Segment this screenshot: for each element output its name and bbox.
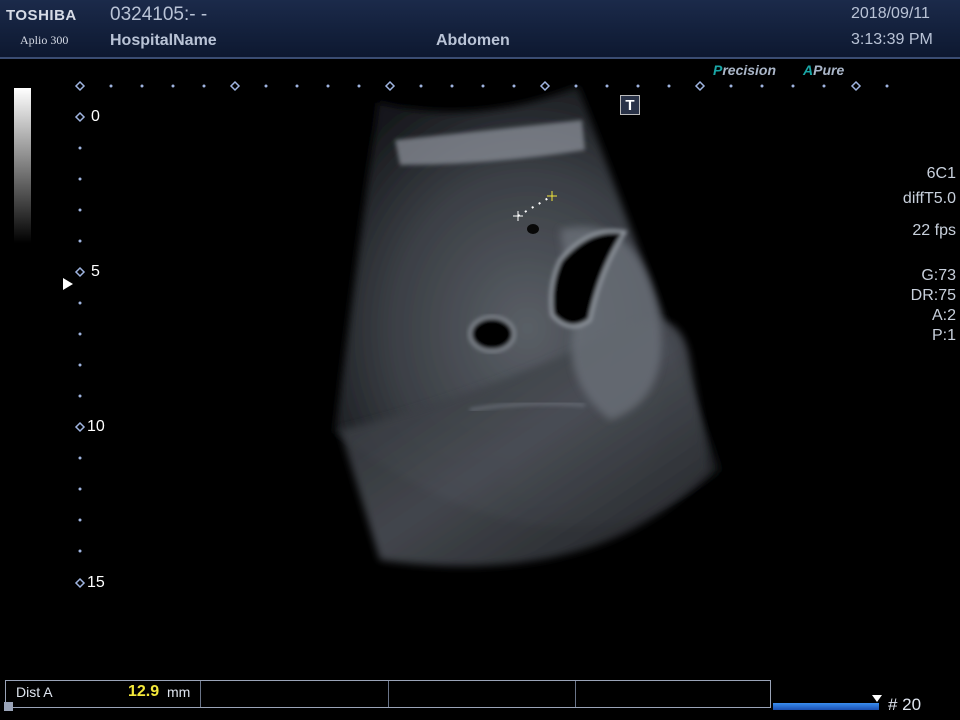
probe-label: 6C1 [926, 165, 956, 182]
cine-progress-bar[interactable] [773, 703, 879, 710]
a-param-label: A:2 [931, 307, 956, 324]
p-param-label: P:1 [931, 327, 956, 344]
measurement-cell-empty [389, 681, 576, 707]
depth-label-0: 0 [91, 108, 100, 125]
depth-label-10: 10 [87, 418, 105, 435]
focus-marker-icon[interactable] [63, 278, 73, 290]
ultrasound-image [74, 80, 889, 589]
corner-indicator [4, 702, 13, 711]
depth-scale-dots [78, 146, 82, 553]
dark-spot [527, 224, 539, 234]
depth-label-15: 15 [87, 574, 105, 591]
frame-number: # 20 [888, 695, 922, 714]
gain-label: G:73 [921, 267, 956, 284]
t-icon[interactable]: T [620, 95, 640, 115]
lateral-scale-dots [109, 84, 889, 88]
depth-scale-markers [74, 111, 86, 589]
grayscale-bar [14, 88, 31, 243]
measurement-cell-dist-a[interactable]: Dist A 12.9 mm [6, 681, 202, 707]
measurement-label: Dist A [16, 684, 53, 700]
measurement-table: Dist A 12.9 mm [5, 680, 771, 708]
measurement-cell-empty [576, 681, 770, 707]
measurement-cell-empty [201, 681, 389, 707]
apure-label: APure [803, 62, 845, 78]
precision-label: Precision [713, 62, 777, 78]
dark-structure-round [468, 315, 516, 353]
fps-label: 22 fps [912, 222, 956, 239]
mode-label: diffT5.0 [902, 190, 956, 207]
measurement-unit: mm [167, 684, 191, 700]
depth-label-5: 5 [91, 263, 100, 280]
lateral-scale [74, 80, 862, 92]
cine-position-marker-icon[interactable] [872, 695, 882, 702]
measurement-value: 12.9 [128, 683, 160, 700]
dynamic-range-label: DR:75 [910, 287, 956, 304]
